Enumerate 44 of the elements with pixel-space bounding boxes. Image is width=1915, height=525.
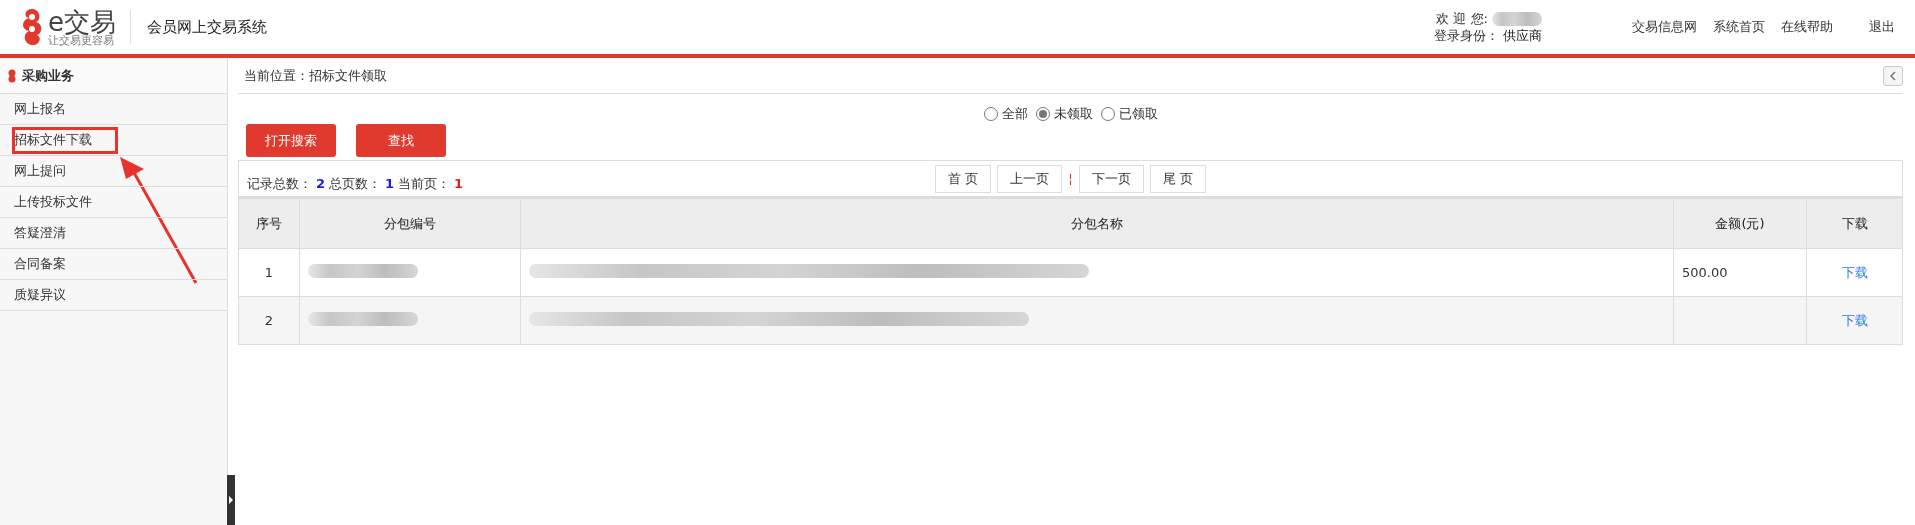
pager-button[interactable]: 下一页 <box>1078 164 1144 193</box>
action-button[interactable]: 打开搜索 <box>246 124 336 157</box>
logo-slogan: 让交易更容易 <box>48 34 114 46</box>
download-link[interactable]: 下载 <box>1841 312 1868 328</box>
sidebar-item[interactable]: 答疑澄清 <box>0 218 227 249</box>
role-label: 登录身份： <box>1434 27 1499 44</box>
system-title: 会员网上交易系统 <box>147 17 267 37</box>
header-link[interactable]: 交易信息网 <box>1632 18 1697 36</box>
breadcrumb: 当前位置：招标文件领取 <box>244 66 387 85</box>
table-cell: 2 <box>238 296 300 345</box>
pager-button[interactable]: 首 页 <box>935 164 992 193</box>
sidebar-item[interactable]: 网上提问 <box>0 156 227 187</box>
role-text: 供应商 <box>1503 27 1542 44</box>
logo-icon <box>8 68 16 83</box>
column-header: 分包编号 <box>299 198 521 249</box>
sidebar-item[interactable]: 招标文件下载 <box>0 125 227 156</box>
logo-text: e交易 <box>48 8 116 35</box>
filter-radio[interactable]: 已领取 <box>1100 104 1158 124</box>
column-header: 下载 <box>1806 198 1903 249</box>
sidebar-item[interactable]: 合同备案 <box>0 249 227 280</box>
chevron-left-icon <box>1889 70 1897 81</box>
sidebar-item[interactable]: 质疑异议 <box>0 280 227 311</box>
blurred-username <box>1492 11 1542 26</box>
filter-radio[interactable]: 未领取 <box>1035 104 1093 124</box>
action-button[interactable]: 查找 <box>356 124 446 157</box>
welcome-label: 欢 迎 您: <box>1436 10 1488 27</box>
column-header: 金额(元) <box>1673 198 1807 249</box>
header-link[interactable]: 系统首页 <box>1713 18 1765 36</box>
pager-button[interactable]: 尾 页 <box>1149 164 1206 193</box>
pager-separator: ¦ <box>1068 171 1073 186</box>
logo-icon <box>20 7 44 47</box>
download-link[interactable]: 下载 <box>1841 264 1868 280</box>
collapse-handle[interactable] <box>227 475 235 525</box>
sidebar-item[interactable]: 上传投标文件 <box>0 187 227 218</box>
table-cell: 1 <box>238 248 300 297</box>
header-link[interactable]: 退出 <box>1869 18 1895 36</box>
filter-radio[interactable]: 全部 <box>983 104 1028 124</box>
column-header: 序号 <box>238 198 300 249</box>
table-cell: 500.00 <box>1673 248 1807 297</box>
pager-button[interactable]: 上一页 <box>997 164 1063 193</box>
record-summary: 记录总数： 2 总页数： 1 当前页： 1 <box>247 175 465 193</box>
column-header: 分包名称 <box>520 198 1674 249</box>
header-link[interactable]: 在线帮助 <box>1781 18 1833 36</box>
sidebar-item[interactable]: 网上报名 <box>0 94 227 125</box>
